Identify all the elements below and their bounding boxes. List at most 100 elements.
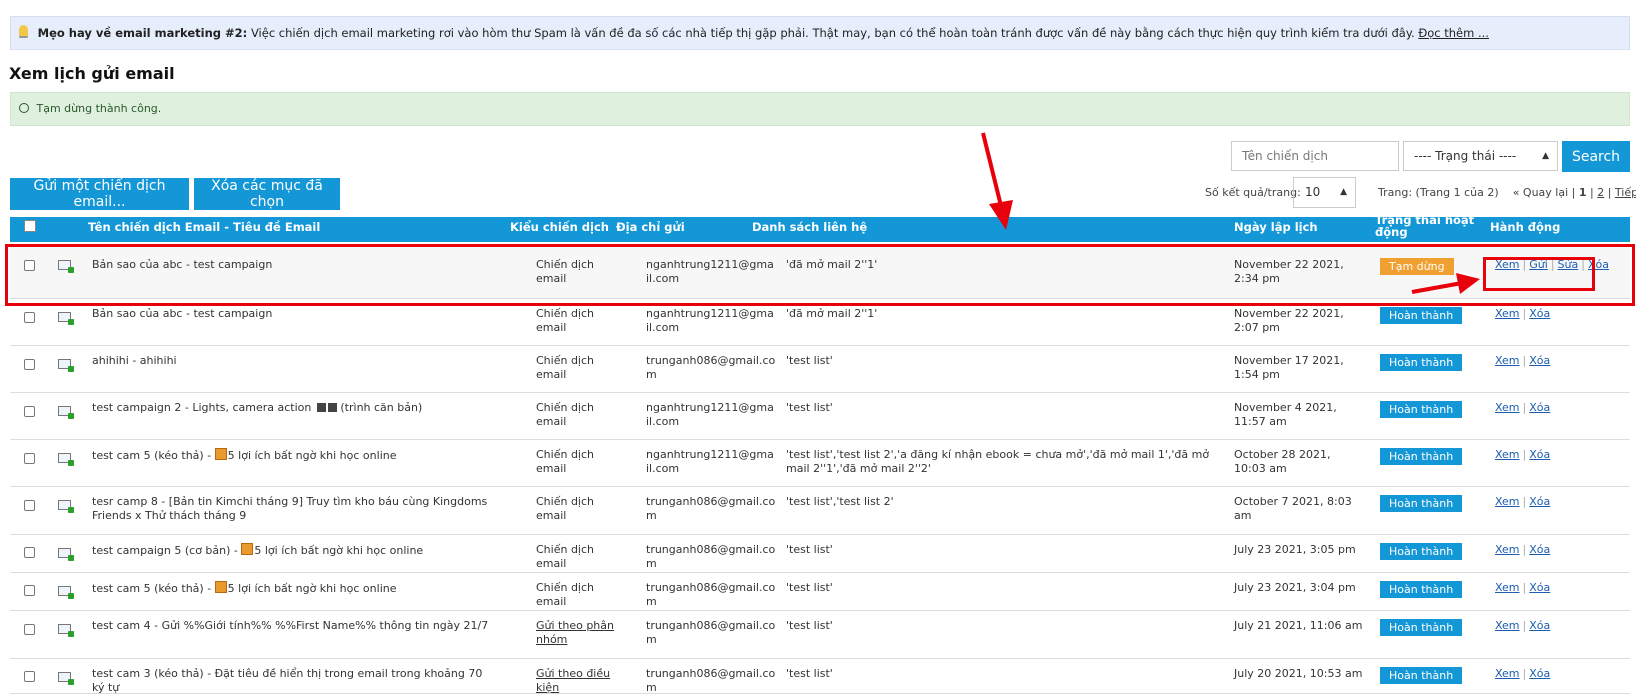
search-button[interactable]: Search: [1562, 141, 1630, 172]
view-link[interactable]: Xem: [1495, 543, 1520, 556]
delete-link[interactable]: Xóa: [1529, 619, 1550, 632]
table-row[interactable]: test cam 5 (kéo thả) - 5 lợi ích bất ngờ…: [10, 440, 1630, 487]
table-row[interactable]: test campaign 5 (cơ bản) - 5 lợi ích bất…: [10, 535, 1630, 573]
header-name: Tên chiến dịch Email - Tiêu đề Email: [88, 220, 321, 234]
send-campaign-button[interactable]: Gửi một chiến dịch email...: [10, 178, 189, 210]
view-link[interactable]: Xem: [1495, 581, 1520, 594]
scheduled-date: October 7 2021, 8:03 am: [1234, 495, 1352, 522]
row-checkbox[interactable]: [24, 585, 35, 596]
separator: |: [1522, 543, 1527, 556]
email-campaign-icon: [58, 624, 74, 637]
contact-lists: 'test list','test list 2','a đăng kí nhậ…: [786, 448, 1210, 475]
pagination-next[interactable]: Tiếp: [1615, 186, 1636, 199]
row-checkbox[interactable]: [24, 547, 35, 558]
delete-link[interactable]: Xóa: [1529, 448, 1550, 461]
table-row[interactable]: test campaign 2 - Lights, camera action …: [10, 393, 1630, 440]
delete-link[interactable]: Xóa: [1529, 495, 1550, 508]
pagination-first[interactable]: «: [1513, 186, 1520, 199]
delete-link[interactable]: Xóa: [1529, 667, 1550, 680]
email-campaign-icon: [58, 586, 74, 599]
campaign-type: Chiến dịch email: [536, 581, 595, 608]
table-row[interactable]: test cam 3 (kéo thả) - Đặt tiêu đề hiển …: [10, 659, 1630, 694]
view-link[interactable]: Xem: [1495, 495, 1520, 508]
row-checkbox[interactable]: [24, 671, 35, 682]
read-more-link[interactable]: Đọc thêm ...: [1418, 26, 1489, 40]
highlight-first-row: [5, 244, 1635, 306]
separator: |: [1522, 495, 1527, 508]
campaign-name-cell: test cam 5 (kéo thả) - 5 lợi ích bất ngờ…: [92, 581, 492, 596]
table-row[interactable]: tesr camp 8 - [Bản tin Kimchi tháng 9] T…: [10, 487, 1630, 535]
scheduled-date: November 4 2021, 11:57 am: [1234, 401, 1337, 428]
scheduled-date: November 17 2021, 1:54 pm: [1234, 354, 1344, 381]
campaign-name: 5 lợi ích bất ngờ khi học online: [227, 449, 397, 462]
email-campaign-icon: [58, 672, 74, 685]
delete-link[interactable]: Xóa: [1529, 307, 1550, 320]
pagination-back[interactable]: Quay lại: [1523, 186, 1568, 199]
highlight-actions: [1483, 257, 1595, 291]
clapperboard-emoji-icon: [316, 403, 326, 412]
row-checkbox[interactable]: [24, 359, 35, 370]
campaign-name-cell: test cam 3 (kéo thả) - Đặt tiêu đề hiển …: [92, 667, 492, 695]
header-type: Kiểu chiến dịch: [510, 220, 609, 234]
gift-emoji-icon: [214, 448, 227, 460]
table-header: Tên chiến dịch Email - Tiêu đề Email Kiể…: [10, 214, 1630, 242]
per-page-value: 10: [1305, 185, 1321, 199]
delete-link[interactable]: Xóa: [1529, 401, 1550, 414]
campaign-name-cell: test cam 4 - Gửi %%Giới tính%% %%First N…: [92, 619, 492, 633]
campaign-type: Chiến dịch email: [536, 495, 595, 522]
table-row[interactable]: test cam 4 - Gửi %%Giới tính%% %%First N…: [10, 611, 1630, 659]
delete-selected-button[interactable]: Xóa các mục đã chọn: [194, 178, 340, 210]
row-checkbox[interactable]: [24, 453, 35, 464]
header-date: Ngày lập lịch: [1234, 220, 1318, 234]
tip-banner: Mẹo hay về email marketing #2: Việc chiế…: [10, 16, 1630, 50]
view-link[interactable]: Xem: [1495, 448, 1520, 461]
table-row[interactable]: Bản sao của abc - test campaign Chiến dịc…: [10, 299, 1630, 346]
scheduled-date: July 20 2021, 10:53 am: [1234, 667, 1363, 680]
header-status: Trạng thái hoạt động: [1375, 214, 1475, 239]
delete-link[interactable]: Xóa: [1529, 543, 1550, 556]
pagination-page-2[interactable]: 2: [1597, 186, 1604, 199]
row-checkbox[interactable]: [24, 312, 35, 323]
sender-email: trunganh086@gmail.com: [646, 543, 776, 570]
view-link[interactable]: Xem: [1495, 354, 1520, 367]
table-row[interactable]: ahihihi - ahihihi Chiến dịch email trungan…: [10, 346, 1630, 393]
campaign-type: Chiến dịch email: [536, 401, 595, 428]
view-link[interactable]: Xem: [1495, 307, 1520, 320]
contact-lists: 'test list','test list 2': [786, 495, 894, 508]
separator: |: [1522, 401, 1527, 414]
gift-emoji-icon: [214, 581, 227, 593]
row-checkbox[interactable]: [24, 500, 35, 511]
row-actions: Xem | Xóa: [1495, 543, 1550, 556]
row-checkbox[interactable]: [24, 624, 35, 635]
row-actions: Xem | Xóa: [1495, 401, 1550, 414]
view-link[interactable]: Xem: [1495, 667, 1520, 680]
view-link[interactable]: Xem: [1495, 401, 1520, 414]
row-checkbox[interactable]: [24, 406, 35, 417]
row-actions: Xem | Xóa: [1495, 495, 1550, 508]
campaign-name-prefix: test campaign 5 (cơ bản) -: [92, 544, 238, 557]
table-row[interactable]: test cam 5 (kéo thả) - 5 lợi ích bất ngờ…: [10, 573, 1630, 611]
status-filter-select[interactable]: ---- Trạng thái ---- ▲: [1403, 141, 1558, 171]
delete-link[interactable]: Xóa: [1529, 354, 1550, 367]
view-link[interactable]: Xem: [1495, 619, 1520, 632]
campaign-name-cell: Bản sao của abc - test campaign: [92, 307, 492, 321]
campaign-type[interactable]: Gửi theo điều kiện: [536, 667, 626, 695]
separator: |: [1522, 667, 1527, 680]
delete-link[interactable]: Xóa: [1529, 581, 1550, 594]
updown-caret-icon: ▲: [1542, 151, 1549, 161]
campaign-name-prefix: test cam 5 (kéo thả) -: [92, 582, 212, 595]
campaign-name: test campaign 2 - Lights, camera action: [92, 401, 312, 414]
per-page-select[interactable]: 10 ▲: [1293, 177, 1356, 208]
row-actions: Xem | Xóa: [1495, 581, 1550, 594]
separator: |: [1522, 307, 1527, 320]
select-all-checkbox[interactable]: [24, 220, 36, 232]
header-contacts: Danh sách liên hệ: [752, 220, 868, 234]
success-message: Tạm dừng thành công.: [36, 102, 162, 115]
campaign-search-input[interactable]: [1231, 141, 1399, 171]
separator: |: [1522, 619, 1527, 632]
campaign-name-cell: ahihihi - ahihihi: [92, 354, 492, 368]
campaign-type[interactable]: Gửi theo phân nhóm: [536, 619, 626, 647]
contact-lists: 'test list': [786, 581, 833, 594]
scheduled-date: October 28 2021, 10:03 am: [1234, 448, 1331, 475]
sender-email: trunganh086@gmail.com: [646, 495, 776, 522]
